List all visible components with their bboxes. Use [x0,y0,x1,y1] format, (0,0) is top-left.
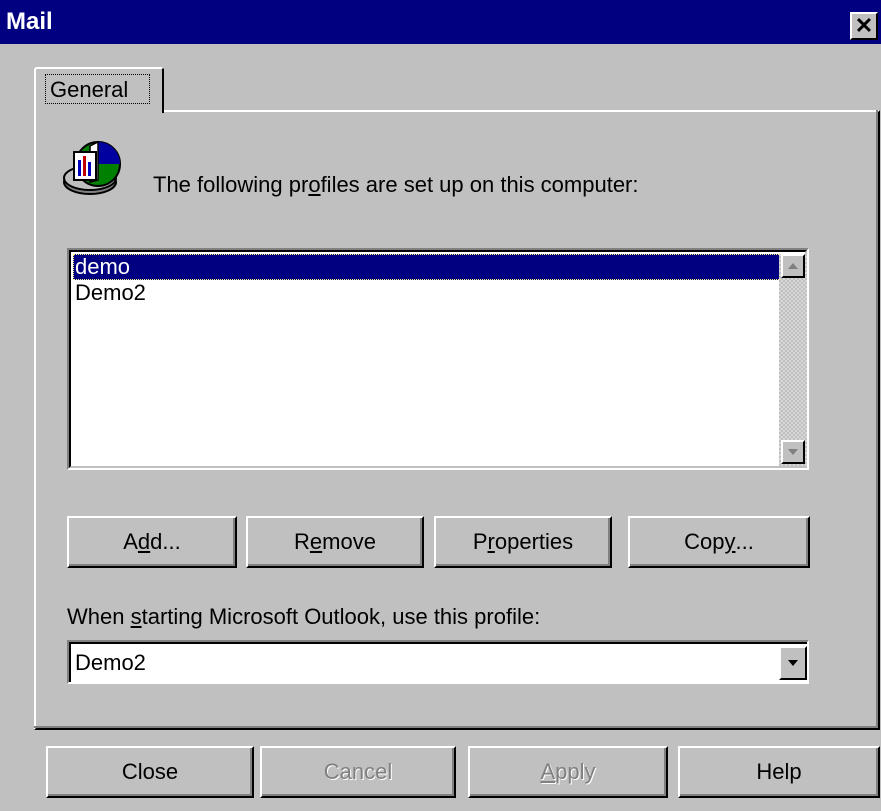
properties-label-key: r [487,529,495,554]
add-profile-button[interactable]: Ad d... [67,516,237,568]
remove-label-key: e [309,529,323,554]
remove-label-pre: R [294,529,310,554]
tab-general-label: General [50,77,129,102]
startup-profile-label: When starting Microsoft Outlook, use thi… [67,604,540,630]
apply-label-key: A [540,759,556,784]
properties-button[interactable]: Pr operties [434,516,612,568]
apply-button[interactable]: Apply [468,746,668,798]
arrow-down-icon [788,449,798,455]
startup-label-post: tarting Microsoft Outlook, use this prof… [141,604,541,629]
copy-label-pre: Cop [684,529,725,554]
profile-item-demo[interactable]: demo [73,254,781,280]
copy-label-key: y [724,529,736,554]
profiles-scrollbar[interactable] [779,254,807,466]
dropdown-button[interactable] [779,646,807,680]
tab-general[interactable]: General [34,67,164,113]
close-window-button[interactable]: ✕ [850,12,878,40]
startup-profile-select[interactable]: Demo2 [67,640,809,684]
window-title: Mail [6,8,53,35]
scroll-up-button[interactable] [781,254,805,278]
intro-text-part1: The following pr [153,172,309,197]
cancel-button[interactable]: Cancel [260,746,456,798]
scroll-down-button[interactable] [781,440,805,464]
copy-label-post: ... [735,529,754,554]
remove-label-post: move [322,529,376,554]
properties-label-post: operties [494,529,574,554]
arrow-up-icon [788,263,798,269]
add-label-pre: A [123,529,138,554]
add-label-key: d [137,529,151,554]
startup-label-key: s [130,604,142,629]
intro-text-mnemonic: o [308,172,321,197]
startup-profile-value: Demo2 [75,650,146,675]
close-icon: ✕ [854,13,874,38]
profiles-intro-text: The following profiles are set up on thi… [153,172,639,198]
apply-label-rest: pply [555,759,596,784]
startup-label-pre: When [67,604,131,629]
properties-label-pre: P [472,529,488,554]
title-bar: Mail ✕ [0,0,881,44]
intro-text-part2: files are set up on this computer: [320,172,639,197]
mail-profiles-icon [60,138,130,205]
profiles-listbox-inner: demo Demo2 [69,250,807,468]
add-label-post: d... [150,529,181,554]
startup-profile-select-inner: Demo2 [69,642,807,682]
copy-profile-button[interactable]: Cop y... [628,516,810,568]
help-button[interactable]: Help [678,746,880,798]
remove-profile-button[interactable]: Re move [246,516,424,568]
close-button[interactable]: Close [46,746,254,798]
profiles-listbox[interactable]: demo Demo2 [67,248,809,470]
profile-item-demo2[interactable]: Demo2 [73,280,781,306]
chevron-down-icon [788,660,798,666]
